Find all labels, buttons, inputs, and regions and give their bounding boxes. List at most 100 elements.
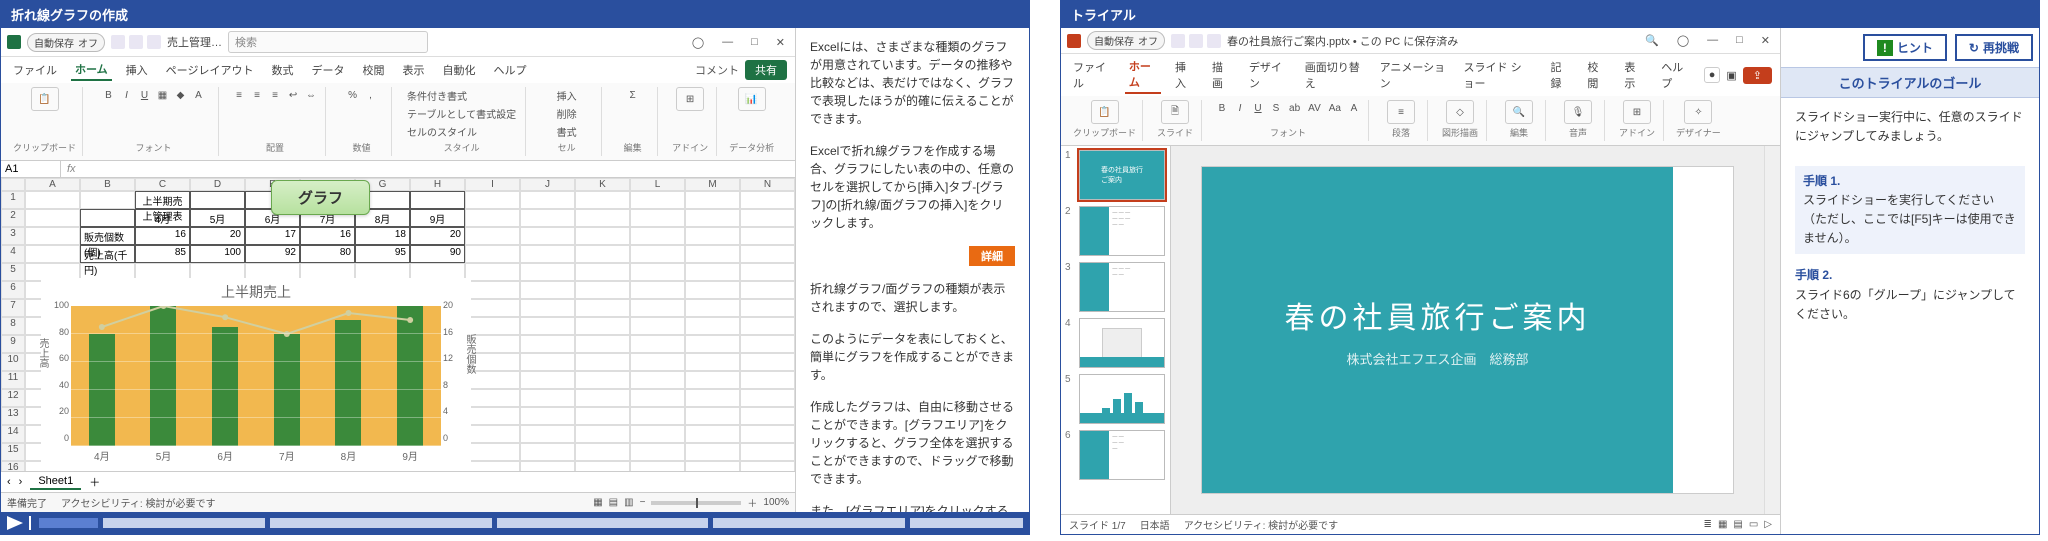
quick-access-toolbar[interactable]: [1171, 34, 1221, 48]
zoom-in-icon[interactable]: ＋: [747, 495, 757, 510]
align-right-icon[interactable]: ≡: [267, 87, 283, 103]
tab-file[interactable]: ファイル: [1069, 57, 1115, 93]
tab-home[interactable]: ホーム: [1125, 56, 1161, 94]
insert-cells-button[interactable]: 挿入: [554, 87, 580, 103]
view-normal-icon[interactable]: ▦: [593, 497, 602, 508]
view-normal-icon[interactable]: ▦: [1718, 519, 1727, 530]
tab-home[interactable]: ホーム: [71, 59, 112, 81]
play-icon[interactable]: [7, 516, 23, 530]
status-accessibility[interactable]: アクセシビリティ: 検討が必要です: [1184, 517, 1338, 532]
paste-button[interactable]: 📋: [25, 87, 65, 111]
embedded-chart[interactable]: 売上高 販売個数 100806040200 201612840 上半期売上 4月…: [41, 278, 471, 471]
underline-button[interactable]: U: [137, 87, 153, 103]
tab-draw[interactable]: 描画: [1208, 57, 1235, 93]
addins-button[interactable]: ⊞: [670, 87, 710, 111]
slide-thumbnail[interactable]: 2— — —— — —— —: [1065, 206, 1166, 256]
paste-button[interactable]: 📋: [1085, 100, 1125, 124]
hint-button[interactable]: ヒント: [1863, 34, 1947, 61]
zoom-out-icon[interactable]: −: [640, 497, 646, 508]
tab-pagelayout[interactable]: ページレイアウト: [162, 60, 258, 80]
search-icon[interactable]: 🔍: [1641, 34, 1663, 47]
maximize-icon[interactable]: □: [747, 36, 762, 49]
view-reading-icon[interactable]: ▭: [1749, 519, 1758, 530]
font-color-button[interactable]: A: [1346, 100, 1362, 116]
tab-insert[interactable]: 挿入: [122, 60, 152, 80]
autosave-toggle[interactable]: 自動保存 オフ: [27, 33, 105, 52]
tab-slideshow[interactable]: スライド ショー: [1460, 57, 1537, 93]
pause-icon[interactable]: [25, 516, 35, 530]
tab-view[interactable]: 表示: [1620, 57, 1647, 93]
minimize-icon[interactable]: —: [1703, 34, 1722, 47]
timeline-track[interactable]: [39, 518, 1023, 528]
formula-bar[interactable]: [61, 161, 795, 177]
format-as-table-button[interactable]: テーブルとして書式設定: [404, 105, 519, 121]
wrap-text-button[interactable]: ↩: [285, 87, 301, 103]
font-color-button[interactable]: A: [191, 87, 207, 103]
share-button[interactable]: 共有: [745, 60, 787, 80]
detail-button[interactable]: 詳細: [969, 246, 1015, 266]
add-sheet-icon[interactable]: ＋: [89, 474, 100, 490]
autosave-toggle[interactable]: 自動保存 オフ: [1087, 31, 1165, 50]
tab-view[interactable]: 表示: [398, 60, 428, 80]
border-button[interactable]: ▦: [155, 87, 171, 103]
vertical-scrollbar[interactable]: [1764, 146, 1780, 514]
comma-button[interactable]: ,: [363, 87, 379, 103]
tab-animations[interactable]: アニメーション: [1376, 57, 1450, 93]
tab-insert[interactable]: 挿入: [1171, 57, 1198, 93]
status-accessibility[interactable]: アクセシビリティ: 検討が必要です: [61, 495, 215, 510]
record-button[interactable]: ●: [1704, 67, 1721, 83]
account-icon[interactable]: ◯: [1673, 34, 1693, 47]
share-button[interactable]: ⇪: [1743, 67, 1772, 84]
tab-data[interactable]: データ: [307, 60, 348, 80]
view-page-icon[interactable]: ▤: [609, 497, 618, 508]
tab-help[interactable]: ヘルプ: [1657, 57, 1693, 93]
sheet-nav-prev-icon[interactable]: ‹: [7, 476, 11, 488]
paragraph-button[interactable]: ≡: [1381, 100, 1421, 124]
slide-thumbnail[interactable]: 6— —— ——: [1065, 430, 1166, 480]
format-cells-button[interactable]: 書式: [554, 123, 580, 139]
view-sorter-icon[interactable]: ▤: [1733, 519, 1742, 530]
find-button[interactable]: 🔍: [1499, 100, 1539, 124]
close-icon[interactable]: ✕: [772, 36, 789, 49]
bold-button[interactable]: B: [101, 87, 117, 103]
shadow-button[interactable]: ab: [1286, 100, 1303, 116]
notes-icon[interactable]: ≣: [1704, 519, 1712, 530]
new-slide-button[interactable]: 🗎: [1155, 100, 1195, 124]
fill-color-button[interactable]: ◆: [173, 87, 189, 103]
underline-button[interactable]: U: [1250, 100, 1266, 116]
worksheet-area[interactable]: グラフ ABCDEFGHIJKLMN 1上半期売上管理表24月5月6月7月8月9…: [1, 178, 795, 471]
tab-transitions[interactable]: 画面切り替え: [1301, 57, 1366, 93]
tab-formulas[interactable]: 数式: [267, 60, 297, 80]
align-center-icon[interactable]: ≡: [249, 87, 265, 103]
tab-record[interactable]: 記録: [1546, 57, 1573, 93]
case-button[interactable]: Aa: [1326, 100, 1344, 116]
tab-review[interactable]: 校閲: [358, 60, 388, 80]
slide-canvas[interactable]: 春の社員旅行ご案内 株式会社エフエス企画 総務部: [1201, 166, 1734, 494]
sort-filter-button[interactable]: Σ: [625, 87, 641, 103]
slideshow-icon[interactable]: ▷: [1764, 519, 1772, 530]
strike-button[interactable]: S: [1268, 100, 1284, 116]
account-icon[interactable]: ◯: [688, 36, 708, 49]
comments-button[interactable]: コメント: [695, 62, 739, 78]
minimize-icon[interactable]: —: [718, 36, 737, 49]
tab-file[interactable]: ファイル: [9, 60, 61, 80]
designer-button[interactable]: ✧: [1678, 100, 1718, 124]
slide-thumbnails[interactable]: 1春の社員旅行ご案内2— — —— — —— —3— — —— —456— ——…: [1061, 146, 1171, 514]
italic-button[interactable]: I: [119, 87, 135, 103]
slide-thumbnail[interactable]: 1春の社員旅行ご案内: [1065, 150, 1166, 200]
tab-help[interactable]: ヘルプ: [489, 60, 530, 80]
name-box[interactable]: A1: [1, 161, 61, 177]
zoom-slider[interactable]: [651, 501, 741, 505]
slide-thumbnail[interactable]: 3— — —— —: [1065, 262, 1166, 312]
cell-styles-button[interactable]: セルのスタイル: [404, 123, 480, 139]
search-input[interactable]: 検索: [228, 31, 428, 53]
zoom-level[interactable]: 100%: [763, 497, 789, 508]
status-language[interactable]: 日本語: [1140, 517, 1170, 532]
analyze-button[interactable]: 📊: [732, 87, 772, 111]
tab-automate[interactable]: 自動化: [438, 60, 479, 80]
sheet-nav-next-icon[interactable]: ›: [19, 476, 23, 488]
maximize-icon[interactable]: □: [1732, 34, 1747, 47]
present-icon[interactable]: ▣: [1726, 69, 1736, 82]
tab-design[interactable]: デザイン: [1245, 57, 1291, 93]
align-left-icon[interactable]: ≡: [231, 87, 247, 103]
